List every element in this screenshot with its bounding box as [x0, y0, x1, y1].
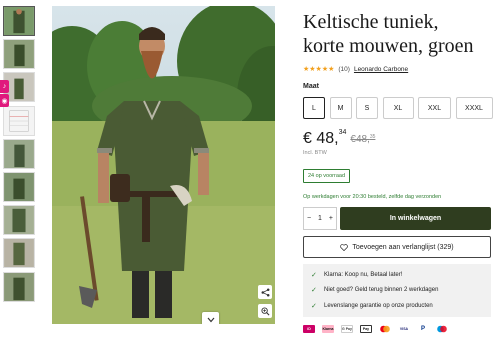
thumbnail-6[interactable] — [3, 171, 35, 202]
rating-row: ★★★★★ (10) Leonardo Carbone — [303, 65, 495, 74]
maestro-icon — [436, 325, 448, 333]
thumbnail-4[interactable] — [3, 105, 35, 136]
google-pay-icon: G Pay — [341, 324, 353, 333]
quantity-stepper: − 1 + — [303, 207, 337, 230]
current-price-cents: 34 — [338, 129, 347, 136]
size-option-l[interactable]: L — [303, 97, 325, 119]
thumbnail-7[interactable] — [3, 205, 35, 236]
paypal-icon: P — [417, 324, 429, 333]
thumbnail-9[interactable] — [3, 271, 35, 302]
old-price-cents: 35 — [369, 134, 376, 140]
usp-item: ✓ Levenslange garantie op onze producten — [311, 298, 483, 314]
size-option-xl[interactable]: XL — [382, 97, 414, 119]
circle-badge-icon[interactable]: ◉ — [0, 94, 9, 107]
old-price: €48,35 — [350, 134, 375, 145]
shipping-note: Op werkdagen voor 20:30 besteld, zelfde … — [303, 194, 442, 200]
current-price-main: € 48, — [303, 130, 339, 147]
thumbnail-5[interactable] — [3, 138, 35, 169]
chevron-down-icon[interactable] — [202, 312, 219, 324]
size-option-xxxl[interactable]: XXXL — [455, 97, 493, 119]
usp-list: ✓ Klarna: Koop nu, Betaal later! ✓ Niet go… — [303, 264, 491, 317]
usp-text: Klarna: Koop nu, Betaal later! — [324, 271, 403, 278]
product-title: Keltische tuniek, korte mouwen, groen — [303, 10, 495, 58]
heart-icon — [340, 243, 349, 251]
apple-pay-icon: Pay — [360, 324, 372, 333]
music-badge-icon[interactable]: ♪ — [0, 80, 9, 93]
check-icon: ✓ — [311, 302, 317, 310]
vat-note: Incl. BTW — [303, 150, 327, 156]
usp-item: ✓ Klarna: Koop nu, Betaal later! — [311, 267, 483, 283]
main-product-image[interactable] — [52, 6, 275, 324]
usp-text: Niet goed? Geld terug binnen 2 werkdagen — [324, 287, 439, 294]
size-label: Maat — [303, 83, 319, 90]
author-link[interactable]: Leonardo Carbone — [354, 66, 408, 73]
mastercard-icon — [379, 325, 391, 333]
usp-text: Levenslange garantie op onze producten — [324, 302, 433, 309]
side-badges: ♪ ◉ — [0, 80, 9, 108]
usp-item: ✓ Niet goed? Geld terug binnen 2 werkdage… — [311, 283, 483, 299]
ideal-icon: iD — [303, 324, 315, 333]
share-icon[interactable] — [258, 285, 272, 299]
review-count[interactable]: (10) — [338, 66, 350, 73]
size-option-s[interactable]: S — [356, 97, 378, 119]
check-icon: ✓ — [311, 271, 317, 279]
qty-plus-button[interactable]: + — [329, 215, 333, 222]
add-to-wishlist-button[interactable]: Toevoegen aan verlanglijst (329) — [303, 236, 491, 258]
size-option-m[interactable]: M — [329, 97, 352, 119]
add-to-cart-button[interactable]: In winkelwagen — [340, 207, 491, 230]
current-price: € 48,34 — [303, 129, 347, 148]
check-icon: ✓ — [311, 287, 317, 295]
title-line-1: Keltische tuniek, — [303, 11, 439, 33]
klarna-icon: Klarna — [322, 324, 334, 333]
thumbnail-strip — [3, 6, 35, 305]
qty-value[interactable]: 1 — [318, 215, 322, 222]
product-info-panel: Keltische tuniek, korte mouwen, groen ★★… — [303, 10, 495, 333]
cart-row: − 1 + In winkelwagen — [303, 207, 495, 230]
thumbnail-2[interactable] — [3, 39, 35, 70]
price-row: € 48,34 €48,35 — [303, 129, 495, 148]
zoom-in-icon[interactable] — [258, 304, 272, 318]
visa-icon: VISA — [398, 324, 410, 333]
stock-badge: 24 op voorraad — [303, 169, 350, 183]
thumbnail-1[interactable] — [3, 6, 35, 36]
title-line-2: korte mouwen, groen — [303, 35, 474, 57]
star-rating[interactable]: ★★★★★ — [303, 65, 334, 73]
thumbnail-8[interactable] — [3, 238, 35, 269]
size-selector: L M S XL XXL XXXL — [303, 97, 495, 119]
payment-methods: iD Klarna G Pay Pay VISA P — [303, 324, 495, 333]
qty-minus-button[interactable]: − — [307, 215, 311, 222]
size-option-xxl[interactable]: XXL — [418, 97, 451, 119]
wishlist-label: Toevoegen aan verlanglijst (329) — [352, 243, 454, 251]
old-price-main: €48, — [350, 134, 370, 145]
